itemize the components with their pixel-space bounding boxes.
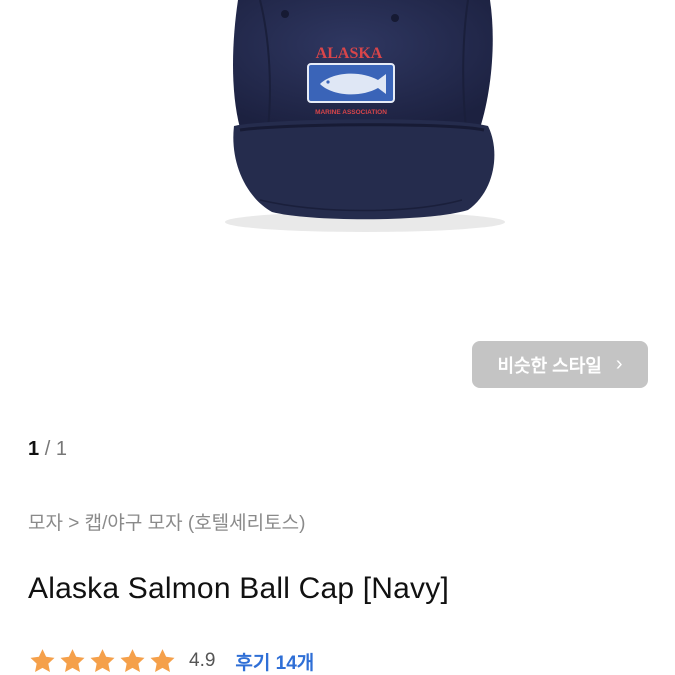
image-pager: 1 / 1 bbox=[28, 438, 67, 461]
embroidery-subtext: MARINE ASSOCIATION bbox=[315, 109, 387, 116]
product-image-area[interactable]: ALASKA MARINE ASSOCIATION 비슷한 스타일 › bbox=[0, 0, 675, 388]
reviews-link[interactable]: 후기 14개 bbox=[235, 648, 314, 675]
pager-current: 1 bbox=[28, 438, 40, 460]
breadcrumb-subcategory[interactable]: 캡/야구 모자 (호텔세리토스) bbox=[85, 513, 306, 534]
pager-total: 1 bbox=[55, 438, 67, 460]
star-icon bbox=[150, 649, 175, 672]
product-image: ALASKA MARINE ASSOCIATION bbox=[225, 0, 505, 232]
product-title: Alaska Salmon Ball Cap [Navy] bbox=[28, 572, 449, 605]
star-icon bbox=[90, 649, 115, 672]
star-icon bbox=[60, 649, 85, 672]
breadcrumb: 모자 > 캡/야구 모자 (호텔세리토스) bbox=[28, 508, 305, 535]
star-icon bbox=[30, 649, 55, 672]
breadcrumb-separator: > bbox=[68, 513, 80, 534]
rating-row: 4.9 후기 14개 bbox=[28, 647, 314, 675]
star-icon bbox=[120, 649, 145, 672]
similar-style-button[interactable]: 비슷한 스타일 › bbox=[472, 341, 648, 388]
rating-score: 4.9 bbox=[189, 650, 216, 671]
breadcrumb-category[interactable]: 모자 bbox=[28, 513, 63, 534]
pager-separator: / bbox=[44, 438, 51, 460]
star-rating bbox=[28, 647, 177, 675]
embroidery-text: ALASKA bbox=[316, 45, 383, 62]
similar-style-label: 비슷한 스타일 bbox=[497, 355, 602, 376]
chevron-right-icon: › bbox=[615, 353, 623, 375]
